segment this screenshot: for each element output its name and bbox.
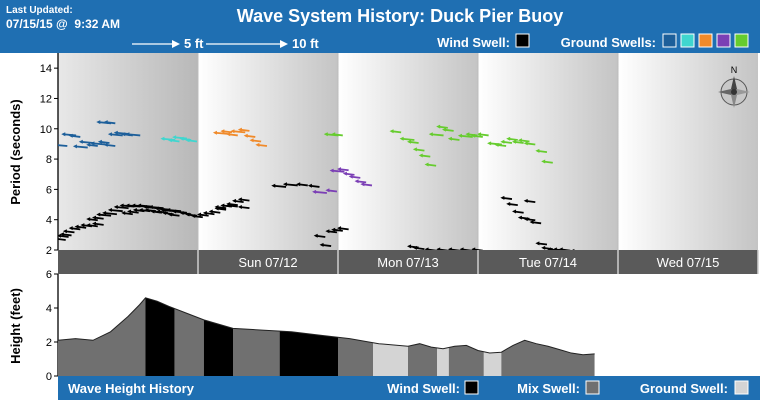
day-label-3: Tue 07/14: [519, 255, 577, 270]
wave-history-widget: Last Updated: 07/15/15 @ 9:32 AM Wave Sy…: [0, 0, 760, 400]
ground-swell-swatch-5: [734, 33, 749, 48]
footer-ground-swell-label: Ground Swell:: [640, 381, 728, 396]
period-day-column-3: [478, 53, 618, 250]
ground-swells-legend-swatches: [662, 33, 749, 48]
period-day-column-pre: [58, 53, 198, 250]
period-day-column-1: [198, 53, 338, 250]
height-y-tick-label: 0: [46, 371, 52, 383]
ground-swell-swatch-3: [698, 33, 713, 48]
height-y-axis: 0 2 4 6: [46, 269, 59, 383]
last-updated-label: Last Updated:: [6, 5, 73, 16]
period-y-tick-label: 10: [40, 124, 52, 136]
period-chart-background: [58, 53, 758, 250]
wave-height-history-title: Wave Height History: [68, 381, 195, 396]
wind-swell-legend-swatch: [515, 33, 530, 48]
footer-ground-swell-swatch: [734, 380, 749, 395]
period-y-tick-label: 8: [46, 154, 52, 166]
compass-north-label: N: [731, 65, 738, 75]
day-label-1: Sun 07/12: [238, 255, 297, 270]
last-updated-value: 07/15/15 @ 9:32 AM: [6, 17, 120, 31]
ground-swell-swatch-4: [716, 33, 731, 48]
period-y-tick-label: 14: [40, 63, 52, 75]
wind-swell-legend-label: Wind Swell:: [437, 35, 510, 50]
height-y-tick-label: 4: [46, 303, 52, 315]
chart-title: Wave System History: Duck Pier Buoy: [237, 6, 563, 26]
period-axis-label: Period (seconds): [8, 99, 23, 204]
footer-wind-swell-swatch: [464, 380, 479, 395]
ground-swell-swatch-1: [662, 33, 677, 48]
period-day-column-2: [338, 53, 478, 250]
period-y-tick-label: 12: [40, 93, 52, 105]
ground-swells-legend-label: Ground Swells:: [561, 35, 656, 50]
footer-wind-swell-label: Wind Swell:: [387, 381, 460, 396]
period-y-tick-label: 2: [46, 245, 52, 257]
footer-mix-swell-swatch: [585, 380, 600, 395]
ground-swell-swatch-2: [680, 33, 695, 48]
height-axis-label: Height (feet): [8, 288, 23, 364]
footer-mix-swell-label: Mix Swell:: [517, 381, 580, 396]
height-y-tick-label: 2: [46, 337, 52, 349]
day-label-4: Wed 07/15: [657, 255, 720, 270]
period-y-tick-label: 4: [46, 215, 52, 227]
wave-history-svg: Last Updated: 07/15/15 @ 9:32 AM Wave Sy…: [0, 0, 760, 400]
period-y-tick-label: 6: [46, 184, 52, 196]
day-label-2: Mon 07/13: [377, 255, 438, 270]
period-y-axis: 2 4 6 8 10 12 14: [40, 53, 59, 257]
arrow-10ft-label: 10 ft: [292, 36, 319, 51]
height-y-tick-label: 6: [46, 269, 52, 281]
arrow-5ft-label: 5 ft: [184, 36, 204, 51]
